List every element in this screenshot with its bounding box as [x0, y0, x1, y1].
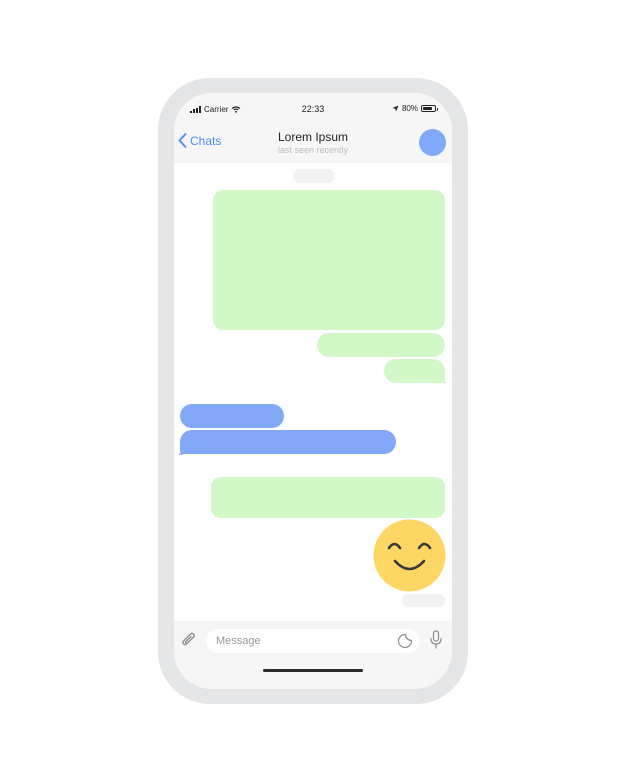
avatar[interactable] [419, 129, 446, 156]
sticker-icon[interactable] [397, 633, 413, 649]
battery-icon [421, 105, 438, 112]
microphone-icon[interactable] [429, 630, 443, 650]
battery-nub [436, 107, 438, 111]
battery-fill [423, 107, 432, 110]
incoming-message[interactable] [180, 404, 284, 428]
phone-screen: Carrier 22:33 80% Chats Lorem Ipsum last… [174, 93, 452, 689]
date-pill [293, 169, 335, 183]
last-seen-status: last seen recently [277, 145, 349, 155]
status-bar: Carrier 22:33 80% [174, 93, 452, 125]
incoming-bubble-tail [178, 443, 189, 455]
composer-bar [174, 621, 452, 689]
chat-header: Chats Lorem Ipsum last seen recently [174, 125, 452, 163]
home-indicator[interactable] [263, 669, 363, 672]
battery-info: 80% [392, 104, 438, 113]
outgoing-message[interactable] [317, 333, 445, 357]
message-time-pill [402, 594, 445, 607]
location-arrow-icon [392, 105, 399, 112]
outgoing-message[interactable] [211, 477, 445, 518]
outgoing-bubble-tail [436, 371, 447, 383]
message-list [174, 163, 452, 621]
battery-percent: 80% [401, 104, 418, 113]
smiling-face-emoji[interactable] [373, 519, 446, 592]
paperclip-icon[interactable] [181, 631, 197, 649]
message-input[interactable] [206, 629, 420, 653]
incoming-message[interactable] [180, 430, 396, 454]
contact-name: Lorem Ipsum [277, 130, 349, 144]
outgoing-message[interactable] [213, 190, 445, 330]
